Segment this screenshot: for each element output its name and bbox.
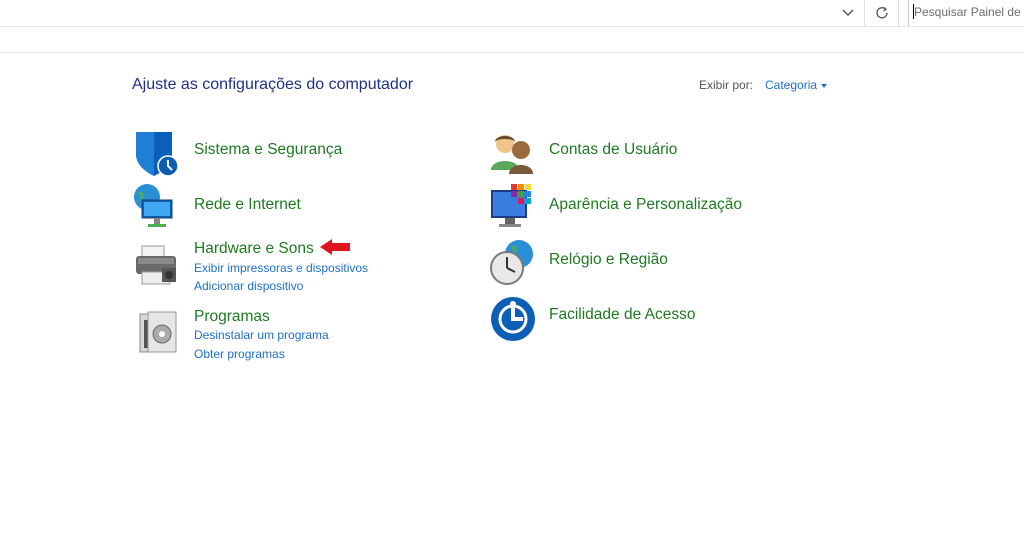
toolbar-divider <box>898 0 899 26</box>
category-clock-region[interactable]: Relógio e Região <box>549 251 668 269</box>
category-system-security[interactable]: Sistema e Segurança <box>194 141 342 159</box>
link-get-programs[interactable]: Obter programas <box>194 347 285 361</box>
ease-of-access-icon[interactable] <box>489 294 539 344</box>
refresh-button[interactable] <box>868 0 896 26</box>
link-add-device[interactable]: Adicionar dispositivo <box>194 279 303 293</box>
clock-globe-icon[interactable] <box>489 238 539 288</box>
link-uninstall-program[interactable]: Desinstalar um programa <box>194 328 329 342</box>
users-icon[interactable] <box>489 128 539 178</box>
programs-icon[interactable] <box>132 308 182 358</box>
dropdown-arrow-icon <box>821 83 828 88</box>
printer-icon[interactable] <box>132 242 182 292</box>
red-arrow-icon <box>320 239 350 255</box>
view-by-value: Categoria <box>765 78 818 92</box>
search-box[interactable] <box>908 0 1024 26</box>
network-icon[interactable] <box>132 182 182 232</box>
toolbar-bottom-border <box>0 52 1024 53</box>
category-appearance[interactable]: Aparência e Personalização <box>549 196 742 214</box>
text-cursor <box>913 4 914 19</box>
search-input[interactable] <box>909 0 1024 24</box>
history-dropdown-button[interactable] <box>834 0 862 26</box>
category-ease-of-access[interactable]: Facilidade de Acesso <box>549 306 695 324</box>
view-by-dropdown[interactable]: Categoria <box>765 78 828 92</box>
category-network-internet[interactable]: Rede e Internet <box>194 196 301 214</box>
category-user-accounts[interactable]: Contas de Usuário <box>549 141 677 159</box>
shield-icon[interactable] <box>132 128 182 178</box>
appearance-icon[interactable] <box>489 182 539 232</box>
link-view-printers-devices[interactable]: Exibir impressoras e dispositivos <box>194 261 368 275</box>
view-by-label: Exibir por: <box>699 78 754 92</box>
page-title: Ajuste as configurações do computador <box>132 76 414 93</box>
chevron-down-icon <box>842 9 854 16</box>
address-toolbar <box>0 0 1024 27</box>
refresh-icon <box>876 6 888 19</box>
category-hardware-sound[interactable]: Hardware e Sons <box>194 240 314 258</box>
category-programs[interactable]: Programas <box>194 308 270 326</box>
toolbar-divider <box>864 0 865 26</box>
